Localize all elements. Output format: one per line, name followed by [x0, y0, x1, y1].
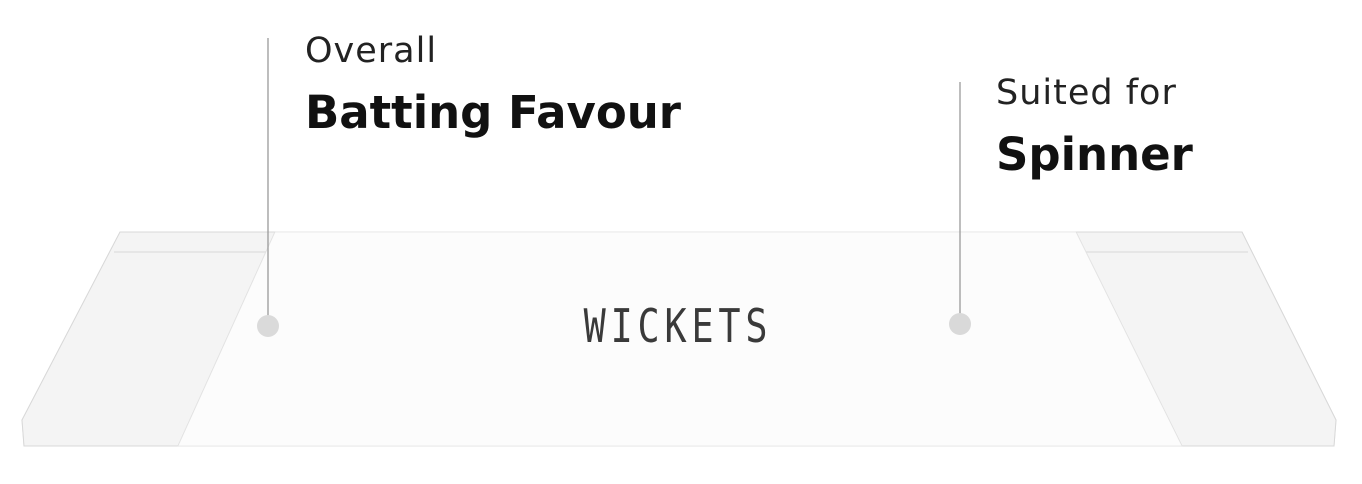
- suited-callout: Suited for Spinner: [996, 73, 1193, 181]
- suited-value: Spinner: [996, 128, 1193, 181]
- suited-label: Suited for: [996, 73, 1177, 113]
- wickets-label: WICKETS: [583, 299, 773, 353]
- suited-marker-dot: [949, 313, 971, 335]
- overall-callout: Overall Batting Favour: [305, 31, 681, 139]
- overall-marker-dot: [257, 315, 279, 337]
- overall-label: Overall: [305, 31, 438, 71]
- overall-value: Batting Favour: [305, 86, 681, 139]
